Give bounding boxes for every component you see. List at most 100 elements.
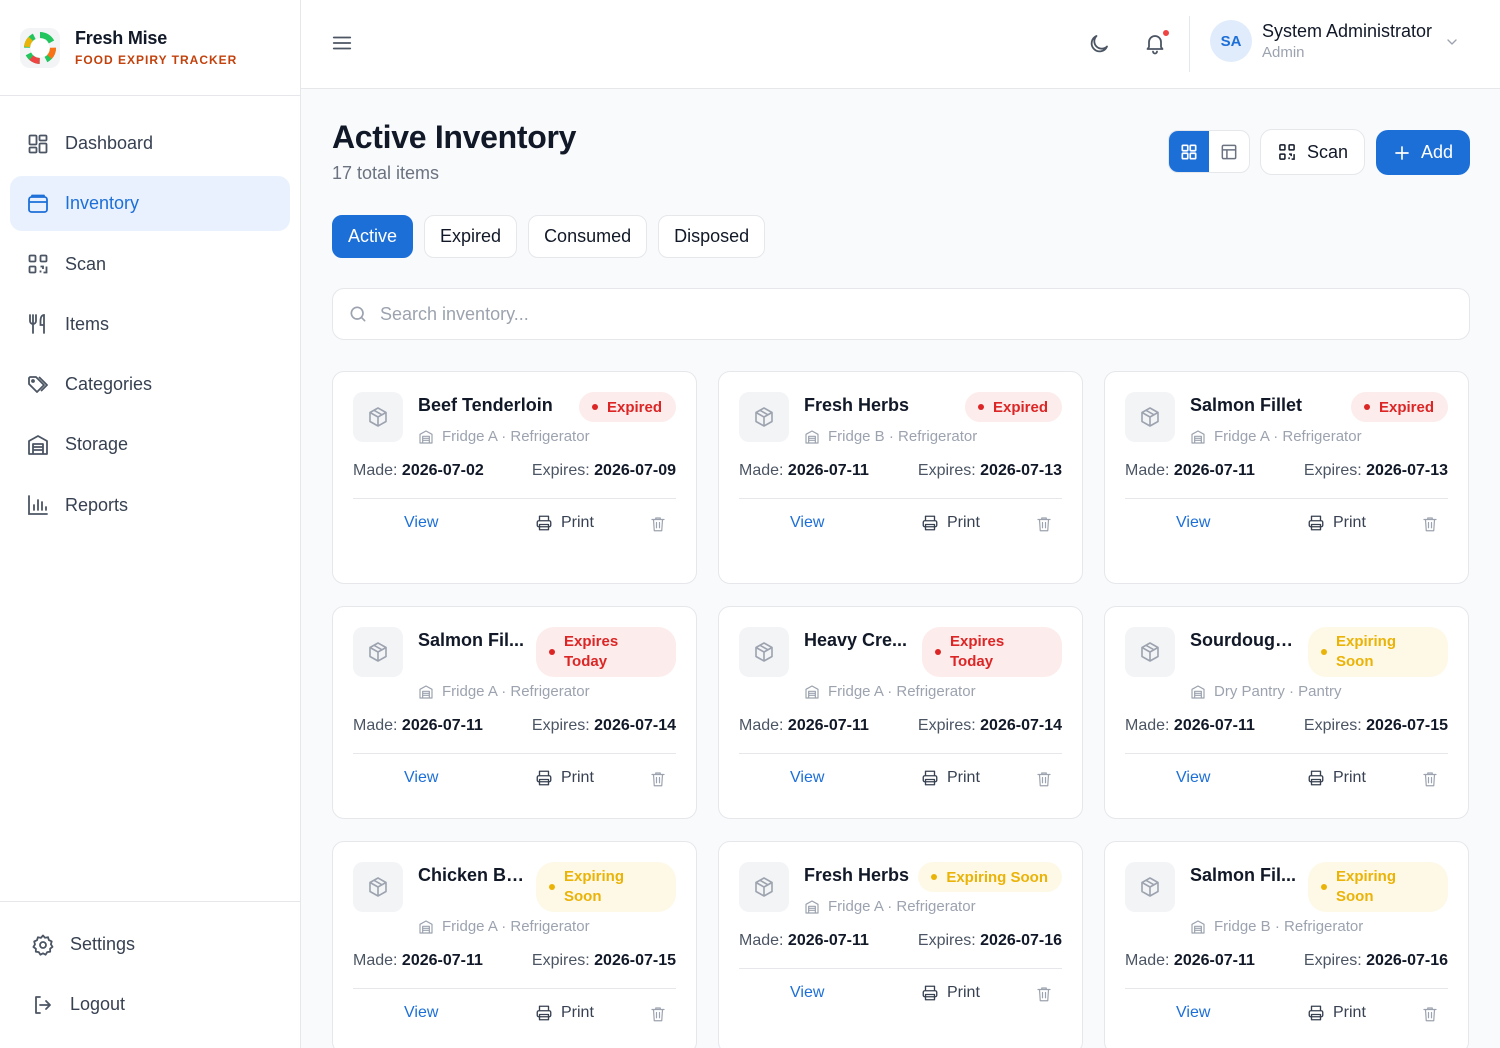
status-dot [931,874,938,880]
inventory-card[interactable]: Fresh Herbs Expired Fridge B · Refrigerato… [718,371,1083,584]
view-button[interactable]: View [1176,1004,1210,1022]
package-icon [1125,627,1175,677]
expires-label: Expires: [1303,717,1362,734]
expires-label: Expires: [531,717,590,734]
made-date: Made: 2026-07-11 [353,952,483,970]
made-label: Made: [739,932,784,949]
item-name: Fresh Herbs [804,865,910,885]
expires-value: 2026-07-13 [980,462,1062,479]
print-button[interactable]: Print [1307,1004,1366,1022]
trash-icon[interactable] [1421,515,1439,533]
printer-icon [535,1004,561,1022]
sidebar-item-dashboard[interactable]: Dashboard [10,116,290,171]
print-button[interactable]: Print [1307,514,1366,532]
status-text: Expiring Soon [564,868,625,905]
print-button[interactable]: Print [921,984,980,1002]
trash-icon[interactable] [1035,770,1053,788]
item-name: Fresh Herbs [804,395,910,415]
hamburger-menu-icon[interactable] [331,32,353,54]
user-menu[interactable]: SA System Administrator Admin [1210,20,1460,62]
print-button[interactable]: Print [921,769,980,787]
view-button[interactable]: View [1176,769,1210,787]
sidebar-item-storage[interactable]: Storage [10,417,290,472]
app-logo-icon [20,27,60,68]
brand-tagline: FOOD EXPIRY TRACKER [75,53,238,67]
made-value: 2026-07-11 [1173,462,1255,479]
view-button[interactable]: View [790,514,824,532]
trash-icon[interactable] [1035,985,1053,1003]
trash-icon[interactable] [1421,770,1439,788]
card-divider [1125,498,1448,499]
print-button[interactable]: Print [1307,769,1366,787]
print-button[interactable]: Print [535,514,594,532]
scan-button[interactable]: Scan [1260,129,1365,175]
made-value: 2026-07-11 [1173,952,1255,969]
print-button[interactable]: Print [535,1004,594,1022]
card-divider [1125,753,1448,754]
inventory-card[interactable]: Salmon Fillet Expired Fridge A · Refrigera… [1104,371,1469,584]
item-name: Chicken Br... [418,865,526,885]
card-actions: View Print [739,514,1062,534]
card-actions: View Print [1125,769,1448,789]
sidebar-item-items[interactable]: Items [10,297,290,352]
sidebar-item-reports[interactable]: Reports [10,478,290,533]
inventory-card[interactable]: Fresh Herbs Expiring Soon Fridge A · Refri… [718,841,1083,1048]
printer-icon [1307,514,1333,532]
view-button[interactable]: View [1176,514,1210,532]
sidebar-footer: Settings Logout [0,901,300,1048]
trash-icon[interactable] [1035,515,1053,533]
status-text: Expiring Soon [1336,633,1397,670]
trash-icon[interactable] [649,1005,667,1023]
view-button[interactable]: View [790,769,824,787]
view-button[interactable]: View [404,1004,438,1022]
inventory-card[interactable]: Salmon Fil... Expiring Soon Fridge B · Ref… [1104,841,1469,1048]
add-button[interactable]: Add [1376,130,1470,175]
grid-view-button[interactable] [1169,131,1209,172]
sidebar-item-inventory[interactable]: Inventory [10,176,290,232]
status-dot [977,404,984,410]
table-view-button[interactable] [1209,131,1249,172]
status-dot [591,404,598,410]
user-name: System Administrator [1262,21,1433,41]
sidebar-item-scan[interactable]: Scan [10,237,290,292]
inventory-card[interactable]: Beef Tenderloin Expired Fridge A · Refrige… [332,371,697,584]
sidebar-item-logout[interactable]: Logout [10,977,290,1032]
trash-icon[interactable] [649,515,667,533]
inventory-card[interactable]: Salmon Fil... Expires Today Fridge A · Ref… [332,606,697,819]
chevron-down-icon [1444,34,1460,50]
made-label: Made: [1125,462,1170,479]
inventory-card[interactable]: Chicken Br... Expiring Soon Fridge A · Ref… [332,841,697,1048]
view-button[interactable]: View [404,769,438,787]
sidebar-item-label: Logout [70,994,126,1015]
view-button[interactable]: View [404,514,438,532]
sidebar-item-settings[interactable]: Settings [10,917,290,972]
tab-consumed[interactable]: Consumed [528,215,648,258]
tab-active[interactable]: Active [332,215,414,258]
inventory-card[interactable]: Heavy Cre... Expires Today Fridge A · Refr… [718,606,1083,819]
location-text: Fridge B · Refrigerator [828,428,978,445]
print-button[interactable]: Print [535,769,594,787]
status-dot [1321,884,1327,890]
sidebar-item-categories[interactable]: Categories [10,357,290,412]
status-text: Expired [1378,398,1434,416]
notification-bell-icon[interactable] [1143,28,1171,55]
tab-expired[interactable]: Expired [424,215,518,258]
dark-mode-moon-icon[interactable] [1087,32,1111,56]
printer-icon [921,514,947,532]
trash-icon[interactable] [1421,1005,1439,1023]
inventory-card[interactable]: Sourdough ... Expiring Soon Dry Pantry · P… [1104,606,1469,819]
made-date: Made: 2026-07-11 [1125,952,1255,970]
trash-icon[interactable] [649,770,667,788]
search-input[interactable] [380,303,1380,325]
print-button[interactable]: Print [921,514,980,532]
view-button[interactable]: View [790,984,824,1002]
card-divider [1125,988,1448,989]
expiry-date: Expires: 2026-07-13 [1304,462,1448,480]
dashboard-icon [25,131,51,157]
print-label: Print [1333,514,1366,531]
tab-disposed[interactable]: Disposed [658,215,766,258]
scan-button-label: Scan [1306,141,1349,162]
logout-icon [30,992,56,1018]
card-divider [353,988,676,989]
expires-value: 2026-07-14 [594,717,676,734]
